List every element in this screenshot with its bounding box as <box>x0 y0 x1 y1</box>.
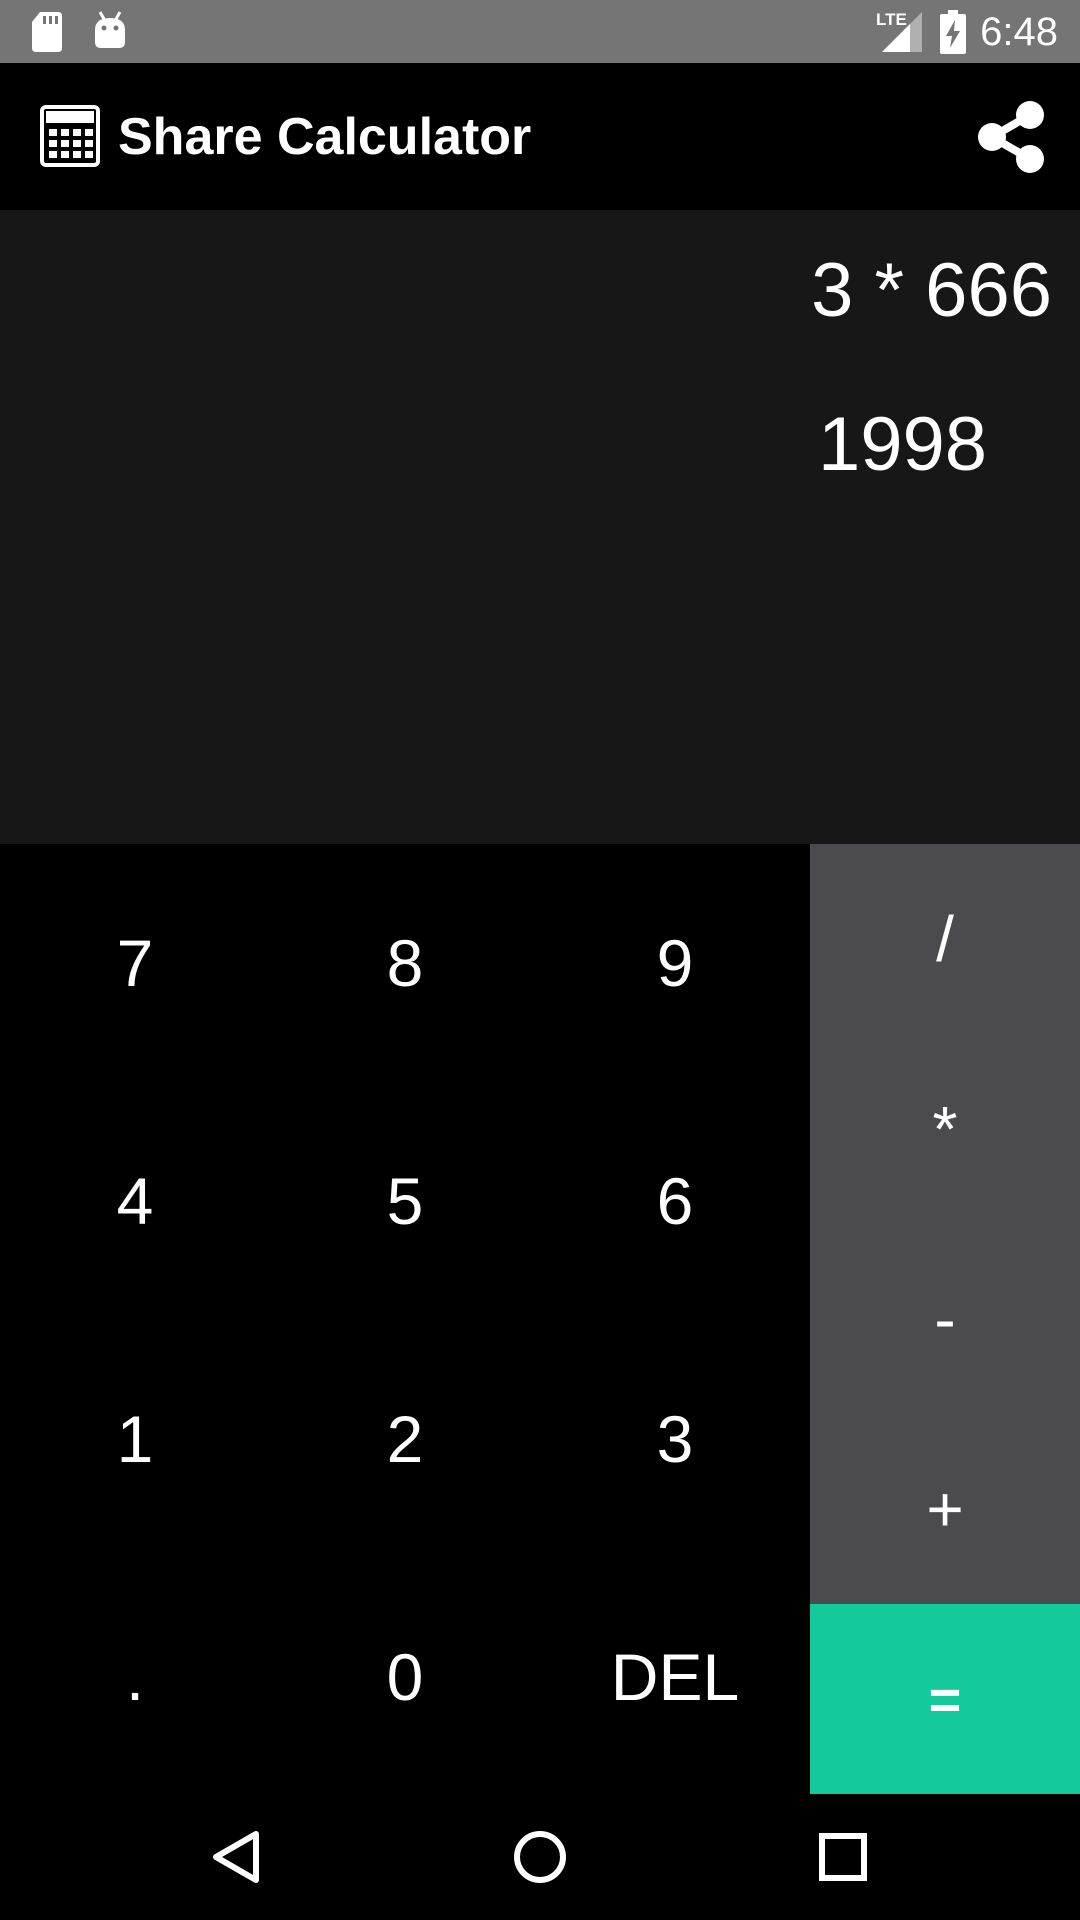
key-6[interactable]: 6 <box>540 1082 810 1320</box>
sd-card-icon <box>32 12 62 52</box>
expression-text: 3 * 666 <box>811 248 1052 333</box>
status-bar: LTE 6:48 <box>0 0 1080 63</box>
key-0[interactable]: 0 <box>270 1558 540 1796</box>
number-keypad: 7 8 9 4 5 6 1 2 3 . 0 DEL <box>0 844 810 1794</box>
operator-panel: / * - + <box>810 844 1080 1604</box>
calculator-display: 3 * 666 1998 <box>0 210 1080 844</box>
key-2[interactable]: 2 <box>270 1320 540 1558</box>
key-3[interactable]: 3 <box>540 1320 810 1558</box>
status-time: 6:48 <box>980 10 1058 54</box>
calculator-screen: LTE 6:48 Share Calculator 3 * 666 1998 7… <box>0 0 1080 1920</box>
signal-icon <box>882 12 922 52</box>
back-icon[interactable] <box>202 1822 272 1892</box>
divide-button[interactable]: / <box>810 844 1080 1034</box>
subtract-button[interactable]: - <box>810 1224 1080 1414</box>
calculator-icon <box>40 105 100 167</box>
key-8[interactable]: 8 <box>270 844 540 1082</box>
key-9[interactable]: 9 <box>540 844 810 1082</box>
share-button[interactable] <box>974 99 1050 175</box>
home-icon[interactable] <box>505 1822 575 1892</box>
key-delete[interactable]: DEL <box>540 1558 810 1796</box>
key-5[interactable]: 5 <box>270 1082 540 1320</box>
equals-button[interactable]: = <box>810 1604 1080 1794</box>
result-text: 1998 <box>818 402 988 487</box>
recents-icon[interactable] <box>808 1822 878 1892</box>
key-1[interactable]: 1 <box>0 1320 270 1558</box>
add-button[interactable]: + <box>810 1414 1080 1604</box>
navigation-bar <box>0 1794 1080 1920</box>
multiply-button[interactable]: * <box>810 1034 1080 1224</box>
battery-charging-icon <box>940 10 966 54</box>
key-decimal[interactable]: . <box>0 1558 270 1796</box>
android-debug-icon <box>95 11 125 48</box>
key-7[interactable]: 7 <box>0 844 270 1082</box>
key-4[interactable]: 4 <box>0 1082 270 1320</box>
share-icon <box>978 101 1044 173</box>
app-title: Share Calculator <box>118 108 532 166</box>
app-bar: Share Calculator <box>0 63 1080 210</box>
